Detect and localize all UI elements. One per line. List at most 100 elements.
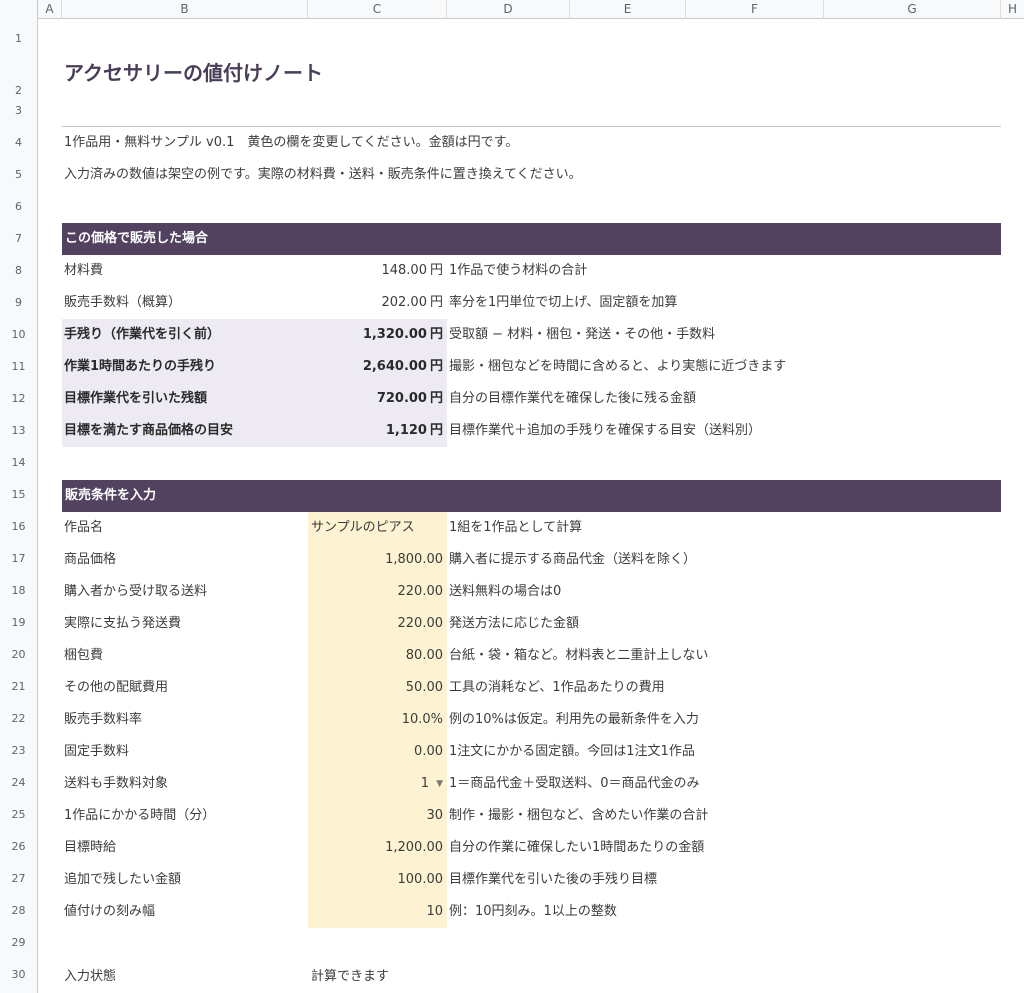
input-note-item-name[interactable]: 1組を1作品として計算 xyxy=(449,512,582,544)
column-header-d[interactable]: D xyxy=(447,0,570,19)
intro-line-2[interactable]: 入力済みの数値は架空の例です。実際の材料費・送料・販売条件に置き換えてください。 xyxy=(64,159,582,191)
input-value-extra-profit[interactable]: 100.00 xyxy=(300,864,444,896)
input-value-hourly-target[interactable]: 1,200.00 xyxy=(300,832,443,864)
input-value-price[interactable]: 1,800.00 xyxy=(300,544,443,576)
row-header[interactable]: 17 xyxy=(0,543,37,575)
input-note-shipping-received[interactable]: 送料無料の場合は0 xyxy=(449,576,561,608)
column-header-h[interactable]: H xyxy=(1001,0,1024,19)
column-header-e[interactable]: E xyxy=(570,0,686,19)
input-label-minutes[interactable]: 1作品にかかる時間（分） xyxy=(64,800,215,832)
row-header[interactable]: 27 xyxy=(0,863,37,895)
row-header[interactable]: 13 xyxy=(0,415,37,447)
input-note-fixed-fee[interactable]: 1注文にかかる固定額。今回は1注文1作品 xyxy=(449,736,695,768)
result-note-remaining[interactable]: 自分の目標作業代を確保した後に残る金額 xyxy=(449,383,696,415)
row-header[interactable]: 19 xyxy=(0,607,37,639)
dropdown-caret-icon[interactable]: ▼ xyxy=(436,768,443,800)
row-header[interactable]: 18 xyxy=(0,575,37,607)
row-header[interactable]: 20 xyxy=(0,639,37,671)
result-value-hourly[interactable]: 2,640.00 円 xyxy=(300,351,443,383)
row-header[interactable]: 6 xyxy=(0,191,37,223)
row-header[interactable]: 16 xyxy=(0,511,37,543)
row-header[interactable]: 9 xyxy=(0,287,37,319)
row-header[interactable]: 7 xyxy=(0,223,37,255)
input-value-minutes[interactable]: 30 xyxy=(300,800,443,832)
input-value-fee-rate[interactable]: 10.0% xyxy=(300,704,443,736)
input-value-packaging[interactable]: 80.00 xyxy=(300,640,443,672)
input-note-fee-rate[interactable]: 例の10%は仮定。利用先の最新条件を入力 xyxy=(449,704,699,736)
results-section-header[interactable]: この価格で販売した場合 xyxy=(62,223,1001,255)
input-note-packaging[interactable]: 台紙・袋・箱など。材料表と二重計上しない xyxy=(449,640,708,672)
row-header[interactable]: 21 xyxy=(0,671,37,703)
column-header-c[interactable]: C xyxy=(308,0,447,19)
input-note-fee-on-shipping[interactable]: 1＝商品代金＋受取送料、0＝商品代金のみ xyxy=(449,768,700,800)
row-header[interactable]: 4 xyxy=(0,127,37,159)
column-header-b[interactable]: B xyxy=(62,0,308,19)
status-value[interactable]: 計算できます xyxy=(311,961,389,993)
input-label-fixed-fee[interactable]: 固定手数料 xyxy=(64,736,129,768)
input-value-rounding[interactable]: 10 xyxy=(300,896,443,928)
row-header[interactable]: 24 xyxy=(0,767,37,799)
row-header[interactable]: 22 xyxy=(0,703,37,735)
result-note-hourly[interactable]: 撮影・梱包などを時間に含めると、より実態に近づきます xyxy=(449,351,786,383)
result-label-hourly[interactable]: 作業1時間あたりの手残り xyxy=(64,351,216,383)
row-header[interactable]: 25 xyxy=(0,799,37,831)
row-header[interactable]: 5 xyxy=(0,159,37,191)
input-label-hourly-target[interactable]: 目標時給 xyxy=(64,832,116,864)
row-header[interactable]: 11 xyxy=(0,351,37,383)
row-header[interactable]: 28 xyxy=(0,895,37,927)
row-header[interactable]: 1 xyxy=(0,23,37,55)
input-note-price[interactable]: 購入者に提示する商品代金（送料を除く） xyxy=(449,544,696,576)
input-label-fee-on-shipping[interactable]: 送料も手数料対象 xyxy=(64,768,168,800)
input-label-item-name[interactable]: 作品名 xyxy=(64,512,103,544)
column-header-a[interactable]: A xyxy=(38,0,62,19)
input-label-shipping-paid[interactable]: 実際に支払う発送費 xyxy=(64,608,181,640)
result-value-material[interactable]: 148.00 円 xyxy=(300,255,443,287)
result-note-net[interactable]: 受取額 − 材料・梱包・発送・その他・手数料 xyxy=(449,319,715,351)
row-header[interactable]: 30 xyxy=(0,959,37,991)
row-header[interactable]: 12 xyxy=(0,383,37,415)
row-header[interactable]: 29 xyxy=(0,927,37,959)
column-header-f[interactable]: F xyxy=(686,0,824,19)
column-header-g[interactable]: G xyxy=(824,0,1001,19)
row-header[interactable]: 8 xyxy=(0,255,37,287)
input-label-packaging[interactable]: 梱包費 xyxy=(64,640,103,672)
input-note-hourly-target[interactable]: 自分の作業に確保したい1時間あたりの金額 xyxy=(449,832,704,864)
result-value-net[interactable]: 1,320.00 円 xyxy=(300,319,443,351)
result-note-fee[interactable]: 率分を1円単位で切上げ、固定額を加算 xyxy=(449,287,677,319)
input-note-other-cost[interactable]: 工具の消耗など、1作品あたりの費用 xyxy=(449,672,665,704)
input-value-other-cost[interactable]: 50.00 xyxy=(300,672,443,704)
fee-on-shipping-dropdown[interactable]: 1 ▼ xyxy=(308,768,447,800)
input-value-shipping-received[interactable]: 220.00 xyxy=(300,576,444,608)
result-note-target-price[interactable]: 目標作業代＋追加の手残りを確保する目安（送料別） xyxy=(449,415,761,447)
input-note-shipping-paid[interactable]: 発送方法に応じた金額 xyxy=(449,608,579,640)
row-header[interactable]: 14 xyxy=(0,447,37,479)
result-label-remaining[interactable]: 目標作業代を引いた残額 xyxy=(64,383,207,415)
input-value-fixed-fee[interactable]: 0.00 xyxy=(300,736,443,768)
row-header[interactable]: 10 xyxy=(0,319,37,351)
select-all-corner[interactable] xyxy=(0,0,38,19)
result-label-target-price[interactable]: 目標を満たす商品価格の目安 xyxy=(64,415,233,447)
result-label-material[interactable]: 材料費 xyxy=(64,255,103,287)
input-label-extra-profit[interactable]: 追加で残したい金額 xyxy=(64,864,181,896)
row-header[interactable]: 15 xyxy=(0,479,37,511)
result-label-net[interactable]: 手残り（作業代を引く前） xyxy=(64,319,220,351)
row-header[interactable]: 26 xyxy=(0,831,37,863)
input-value-item-name[interactable]: サンプルのピアス xyxy=(311,512,415,544)
intro-line-1[interactable]: 1作品用・無料サンプル v0.1 黄色の欄を変更してください。金額は円です。 xyxy=(64,127,518,159)
input-note-extra-profit[interactable]: 目標作業代を引いた後の手残り目標 xyxy=(449,864,657,896)
input-value-shipping-paid[interactable]: 220.00 xyxy=(300,608,444,640)
input-label-shipping-received[interactable]: 購入者から受け取る送料 xyxy=(64,576,207,608)
input-note-minutes[interactable]: 制作・撮影・梱包など、含めたい作業の合計 xyxy=(449,800,708,832)
result-value-fee[interactable]: 202.00 円 xyxy=(300,287,443,319)
input-note-rounding[interactable]: 例：10円刻み。1以上の整数 xyxy=(449,896,617,928)
result-note-material[interactable]: 1作品で使う材料の合計 xyxy=(449,255,587,287)
input-label-price[interactable]: 商品価格 xyxy=(64,544,116,576)
status-label[interactable]: 入力状態 xyxy=(64,961,116,993)
result-value-target-price[interactable]: 1,120 円 xyxy=(300,415,443,447)
inputs-section-header[interactable]: 販売条件を入力 xyxy=(62,480,1001,512)
row-header[interactable]: 3 xyxy=(0,95,37,127)
input-label-fee-rate[interactable]: 販売手数料率 xyxy=(64,704,142,736)
result-label-fee[interactable]: 販売手数料（概算） xyxy=(64,287,181,319)
input-label-other-cost[interactable]: その他の配賦費用 xyxy=(64,672,168,704)
input-label-rounding[interactable]: 値付けの刻み幅 xyxy=(64,896,155,928)
